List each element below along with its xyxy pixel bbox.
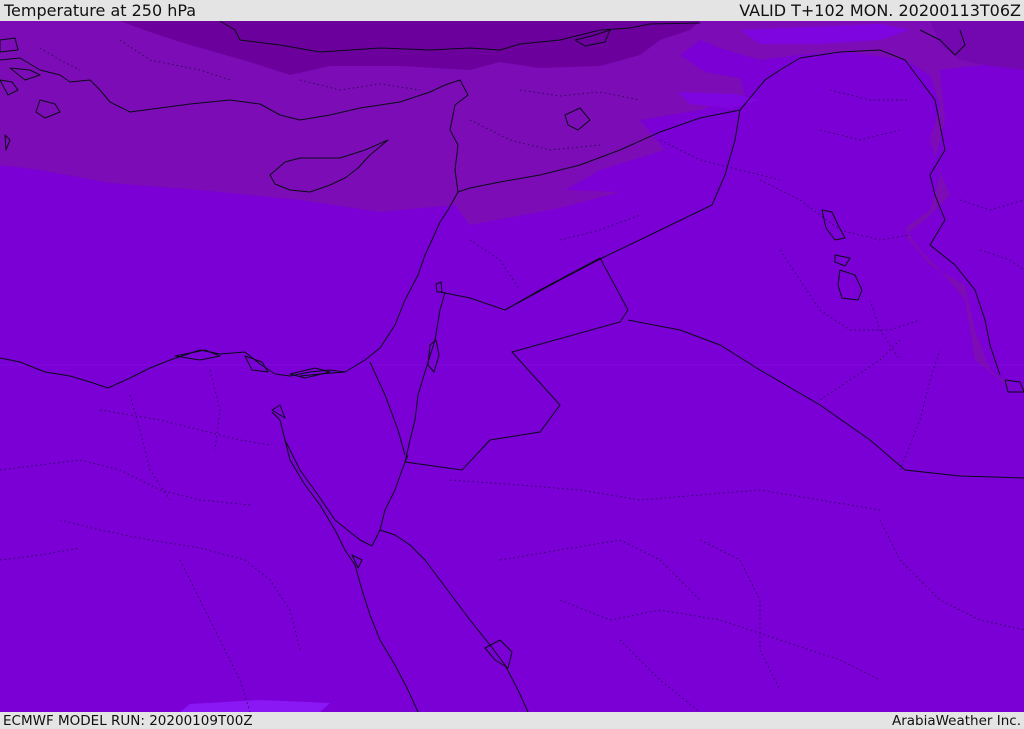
- map-header: Temperature at 250 hPa VALID T+102 MON. …: [0, 0, 1024, 21]
- temperature-map: [0, 21, 1024, 712]
- model-run: ECMWF MODEL RUN: 20200109T00Z: [3, 712, 253, 729]
- credit: ArabiaWeather Inc.: [891, 712, 1021, 729]
- map-footer: ECMWF MODEL RUN: 20200109T00Z ArabiaWeat…: [0, 712, 1024, 729]
- map-title: Temperature at 250 hPa: [4, 1, 197, 20]
- map-canvas[interactable]: [0, 21, 1024, 712]
- valid-time: VALID T+102 MON. 20200113T06Z: [739, 1, 1021, 20]
